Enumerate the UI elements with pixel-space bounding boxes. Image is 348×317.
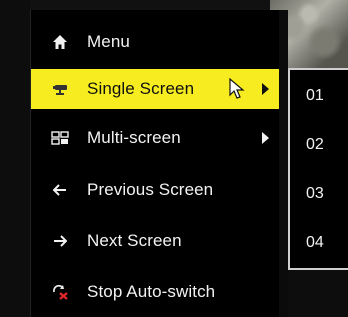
menu-item-label: Next Screen (87, 231, 182, 250)
menu-item-single-screen[interactable]: Single Screen (31, 69, 279, 109)
menu-item-menu[interactable]: Menu (31, 22, 279, 62)
submenu-item-label: 03 (306, 185, 324, 202)
submenu-item-label: 02 (306, 136, 324, 153)
submenu-item-01[interactable]: 01 (290, 76, 348, 116)
single-screen-submenu: 01 02 03 04 (288, 68, 348, 270)
arrow-right-icon (49, 230, 71, 252)
context-menu: Menu Single Screen Multi-screen Previous… (30, 10, 279, 317)
menu-gap (278, 10, 288, 317)
menu-item-label: Menu (87, 32, 130, 51)
home-icon (49, 31, 71, 53)
screen: Menu Single Screen Multi-screen Previous… (0, 0, 348, 317)
submenu-item-label: 01 (306, 87, 324, 104)
submenu-item-label: 04 (306, 234, 324, 251)
chevron-right-icon (262, 132, 269, 144)
menu-item-multi-screen[interactable]: Multi-screen (31, 118, 279, 158)
menu-item-label: Stop Auto-switch (87, 282, 216, 301)
menu-item-label: Multi-screen (87, 128, 181, 147)
submenu-item-03[interactable]: 03 (290, 174, 348, 214)
chevron-right-icon (262, 83, 269, 95)
menu-item-stop-auto-switch[interactable]: Stop Auto-switch (31, 272, 279, 312)
submenu-item-02[interactable]: 02 (290, 125, 348, 165)
menu-item-next-screen[interactable]: Next Screen (31, 221, 279, 261)
stop-auto-switch-icon (49, 281, 71, 303)
left-background (0, 0, 30, 317)
arrow-left-icon (49, 179, 71, 201)
menu-item-previous-screen[interactable]: Previous Screen (31, 170, 279, 210)
mouse-cursor-icon (229, 77, 245, 99)
menu-item-label: Previous Screen (87, 180, 214, 199)
camera-icon (49, 78, 71, 100)
submenu-item-04[interactable]: 04 (290, 223, 348, 263)
multi-screen-icon (49, 127, 71, 149)
